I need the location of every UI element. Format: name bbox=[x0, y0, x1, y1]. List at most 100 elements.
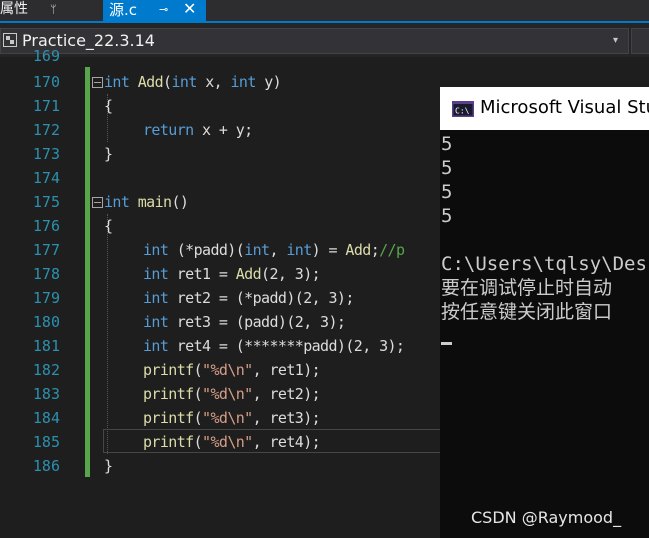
keyword: int bbox=[244, 241, 270, 259]
keyword: int bbox=[143, 337, 169, 355]
pin-icon[interactable]: ᛘ bbox=[50, 0, 57, 19]
svg-text:C:\: C:\ bbox=[455, 107, 470, 116]
line-number: 185 bbox=[32, 433, 60, 451]
code-line-176: { bbox=[104, 217, 113, 235]
line-number: 186 bbox=[32, 457, 60, 475]
code-line-186: } bbox=[104, 457, 113, 475]
line-number: 174 bbox=[32, 169, 60, 187]
console-output-line: 5 bbox=[441, 205, 453, 227]
collapse-toggle-main[interactable] bbox=[92, 197, 103, 208]
pin-tab-icon[interactable]: ⊸ bbox=[159, 0, 168, 20]
console-output-line: 5 bbox=[441, 133, 453, 155]
code-text: ret4 = (*******padd)(2, 3); bbox=[168, 337, 405, 355]
tab-source-c[interactable]: 源.c ⊸ ✕ bbox=[103, 0, 206, 21]
code-text: ret2 = (*padd)(2, 3); bbox=[168, 289, 355, 307]
code-text: ret1 = bbox=[168, 265, 236, 283]
watermark-text: CSDN @Raymood_ bbox=[471, 508, 622, 527]
keyword: int bbox=[104, 193, 130, 211]
code-text: y) bbox=[255, 73, 282, 91]
tab-bar: 属性 ᛘ 源.c ⊸ ✕ bbox=[0, 0, 649, 23]
code-text: , ret1); bbox=[252, 361, 321, 379]
code-text: () bbox=[171, 193, 189, 211]
code-text: x + y; bbox=[193, 121, 253, 139]
code-text: (2, 3); bbox=[261, 265, 321, 283]
debug-console-window[interactable]: C:\ Microsoft Visual Stu 5 5 5 5 C:\User… bbox=[440, 87, 649, 538]
string-literal: "%d\n" bbox=[202, 385, 253, 403]
keyword: return bbox=[143, 121, 194, 139]
function-name: Add bbox=[137, 73, 164, 91]
tab-source-c-label: 源.c bbox=[109, 1, 138, 19]
close-tab-icon[interactable]: ✕ bbox=[183, 0, 196, 19]
chevron-down-icon[interactable]: ▾ bbox=[613, 29, 618, 53]
indent-guide bbox=[107, 214, 108, 454]
code-line-181: int ret4 = (*******padd)(2, 3); bbox=[143, 334, 405, 358]
keyword: int bbox=[143, 241, 169, 259]
project-dropdown[interactable]: Practice_22.3.14 ▾ bbox=[0, 28, 629, 54]
string-literal: "%d\n" bbox=[202, 433, 253, 451]
tab-properties[interactable]: 属性 ᛘ bbox=[0, 0, 78, 21]
code-line-175: int main() bbox=[104, 190, 189, 214]
console-message-line: 按任意键关闭此窗口 bbox=[441, 301, 613, 323]
keyword: int bbox=[143, 289, 169, 307]
line-number: 169 bbox=[32, 47, 60, 65]
code-line-178: int ret1 = Add(2, 3); bbox=[143, 262, 321, 286]
line-number: 183 bbox=[32, 385, 60, 403]
string-literal: "%d\n" bbox=[202, 409, 253, 427]
function-name: Add bbox=[345, 241, 371, 259]
code-line-170: int Add(int x, int y) bbox=[104, 70, 282, 94]
line-number: 181 bbox=[32, 337, 60, 355]
code-text: , ret3); bbox=[252, 409, 321, 427]
code-text: (*padd)( bbox=[168, 241, 245, 259]
code-line-177: int (*padd)(int, int) = Add;//p bbox=[143, 238, 405, 262]
code-text: , ret4); bbox=[252, 433, 321, 451]
code-line-172: return x + y; bbox=[143, 118, 253, 142]
keyword: int bbox=[230, 73, 257, 91]
line-number: 171 bbox=[32, 97, 60, 115]
console-output-line: 5 bbox=[441, 157, 453, 179]
vs-window: 属性 ᛘ 源.c ⊸ ✕ Practice_22.3.14 ▾ 169 170 bbox=[0, 0, 649, 538]
function-name: printf bbox=[143, 409, 194, 427]
line-number: 173 bbox=[32, 145, 60, 163]
line-number: 172 bbox=[32, 121, 60, 139]
line-number: 177 bbox=[32, 241, 60, 259]
keyword: int bbox=[104, 73, 130, 91]
code-line-179: int ret2 = (*padd)(2, 3); bbox=[143, 286, 354, 310]
console-message-line: 要在调试停止时自动 bbox=[441, 277, 613, 299]
code-line-171: { bbox=[104, 97, 113, 115]
keyword: int bbox=[143, 265, 169, 283]
line-number: 175 bbox=[32, 193, 60, 211]
code-line-173: } bbox=[104, 145, 113, 163]
code-text: , ret2); bbox=[252, 385, 321, 403]
line-number: 180 bbox=[32, 313, 60, 331]
console-cursor bbox=[441, 342, 452, 345]
code-line-182: printf("%d\n", ret1); bbox=[143, 361, 321, 379]
change-indicator bbox=[85, 67, 90, 477]
line-number: 170 bbox=[32, 73, 60, 91]
tab-properties-label: 属性 bbox=[0, 1, 28, 17]
console-title: Microsoft Visual Stu bbox=[480, 97, 649, 118]
member-dropdown[interactable] bbox=[631, 28, 649, 54]
console-path-line: C:\Users\tqlsy\Des bbox=[441, 253, 647, 275]
line-number: 184 bbox=[32, 409, 60, 427]
code-text: , bbox=[269, 241, 287, 259]
code-text: x, bbox=[196, 73, 231, 91]
function-name: printf bbox=[143, 361, 194, 379]
code-line-184: printf("%d\n", ret3); bbox=[143, 409, 321, 427]
line-number: 176 bbox=[32, 217, 60, 235]
code-line-180: int ret3 = (padd)(2, 3); bbox=[143, 310, 346, 334]
code-text: ; bbox=[370, 241, 380, 259]
console-title-bar[interactable]: C:\ Microsoft Visual Stu bbox=[440, 87, 649, 130]
code-line-183: printf("%d\n", ret2); bbox=[143, 385, 321, 403]
console-app-icon: C:\ bbox=[452, 101, 474, 117]
function-name: main bbox=[137, 193, 172, 211]
keyword: int bbox=[286, 241, 312, 259]
collapse-toggle-add[interactable] bbox=[92, 77, 103, 88]
code-line-185: printf("%d\n", ret4); bbox=[143, 433, 321, 451]
function-name: Add bbox=[235, 265, 262, 283]
code-comment: //p bbox=[379, 241, 405, 259]
function-name: printf bbox=[143, 433, 194, 451]
code-text: ret3 = (padd)(2, 3); bbox=[168, 313, 346, 331]
console-output-line: 5 bbox=[441, 181, 453, 203]
string-literal: "%d\n" bbox=[202, 361, 253, 379]
navigation-bar: Practice_22.3.14 ▾ bbox=[0, 23, 649, 58]
